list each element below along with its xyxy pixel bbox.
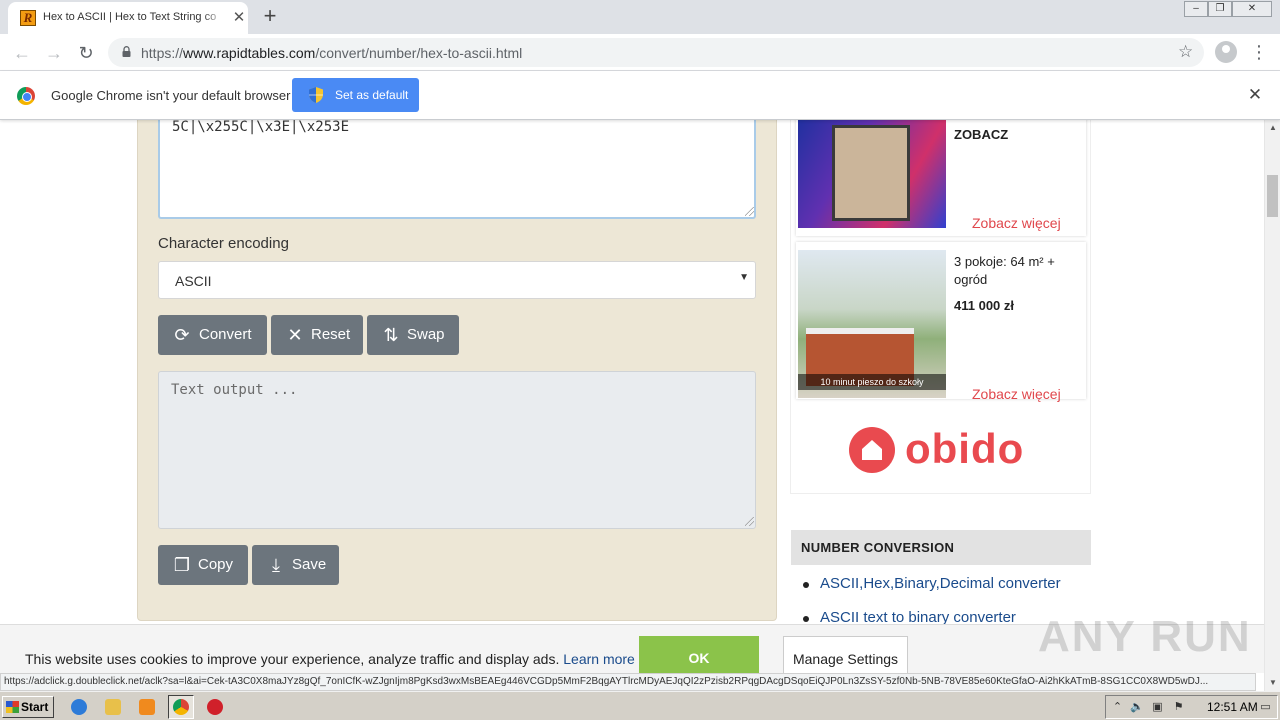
link-status-bubble: https://adclick.g.doubleclick.net/aclk?s… [0, 673, 1256, 691]
show-desktop-icon[interactable]: ▭ [1259, 701, 1272, 714]
ad-card[interactable]: ZOBACZ Zobacz więcej [796, 120, 1086, 236]
learn-more-link[interactable]: Learn more [563, 651, 635, 667]
cookie-message: This website uses cookies to improve you… [25, 651, 635, 667]
ad-more-link[interactable]: Zobacz więcej [972, 386, 1061, 402]
obido-wordmark: obido [905, 425, 1025, 472]
url-scheme: https:// [141, 45, 184, 61]
set-as-default-label: Set as default [335, 88, 409, 102]
encoding-select[interactable]: ASCII ▼ [158, 261, 756, 299]
copy-button[interactable]: ❐ Copy [158, 545, 248, 585]
system-tray: ⌃ 🔈 ▣ ⚑ 12:51 AM ▭ [1105, 695, 1278, 719]
internet-explorer-icon[interactable] [71, 699, 87, 715]
ad-price: 411 000 zł [954, 298, 1014, 313]
tab-close-icon[interactable]: ✕ [230, 9, 248, 27]
dropdown-arrow-icon: ▼ [739, 272, 749, 283]
convert-button[interactable]: ⟳ Convert [158, 315, 267, 355]
chrome-menu-icon[interactable]: ⋮ [1250, 41, 1268, 63]
hex-input-textarea[interactable]: 5C|\x255C|\x3E|\x253E [158, 120, 756, 219]
copy-icon: ❐ [173, 555, 191, 575]
chrome-taskbar-icon[interactable] [168, 695, 194, 719]
windows-taskbar: Start ⌃ 🔈 ▣ ⚑ 12:51 AM ▭ [0, 691, 1280, 720]
refresh-icon: ⟳ [174, 325, 190, 345]
tab-title: Hex to ASCII | Hex to Text String co [43, 11, 225, 27]
cookie-ok-button[interactable]: OK [639, 636, 759, 676]
scrollbar-thumb[interactable] [1267, 175, 1278, 217]
save-button[interactable]: ⤓ Save [252, 545, 339, 585]
reload-button[interactable]: ↻ [74, 41, 98, 65]
network-icon[interactable]: ▣ [1151, 701, 1164, 714]
scroll-down-arrow-icon[interactable]: ▼ [1269, 678, 1277, 687]
page-scrollbar[interactable]: ▲ ▼ [1264, 120, 1280, 691]
page-content: 5C|\x255C|\x3E|\x253E Character encoding… [0, 120, 1264, 673]
window-close-button[interactable]: ✕ [1232, 1, 1272, 17]
tray-expand-icon[interactable]: ⌃ [1111, 701, 1124, 714]
opera-icon[interactable] [207, 699, 223, 715]
number-conversion-header: NUMBER CONVERSION [791, 530, 1091, 565]
window-maximize-button[interactable]: ❐ [1208, 1, 1232, 17]
address-bar[interactable]: https://www.rapidtables.com/convert/numb… [108, 38, 1204, 67]
sidebar-link-ascii-hex-binary-decimal[interactable]: ASCII,Hex,Binary,Decimal converter [801, 575, 1061, 609]
scroll-up-arrow-icon[interactable]: ▲ [1269, 123, 1277, 132]
encoding-label: Character encoding [158, 235, 289, 252]
reset-button[interactable]: ✕ Reset [271, 315, 363, 355]
windows-flag-icon [6, 701, 19, 713]
ad-card[interactable]: 10 minut pieszo do szkoły 3 pokoje: 64 m… [796, 242, 1086, 402]
profile-avatar-icon[interactable] [1215, 41, 1237, 63]
forward-button[interactable]: → [42, 41, 66, 65]
tab-strip: R Hex to ASCII | Hex to Text String co ✕… [0, 0, 1280, 34]
start-label: Start [21, 700, 49, 714]
manage-settings-button[interactable]: Manage Settings [783, 636, 908, 676]
chrome-logo-icon [17, 87, 35, 105]
ad-image-caption: 10 minut pieszo do szkoły [798, 374, 946, 390]
converter-panel: 5C|\x255C|\x3E|\x253E Character encoding… [137, 120, 777, 621]
ad-block: ZOBACZ Zobacz więcej 10 minut pieszo do … [790, 120, 1091, 494]
infobar-close-icon[interactable]: ✕ [1246, 86, 1264, 104]
volume-icon[interactable]: 🔈 [1130, 701, 1144, 714]
apartment-floorplan-image[interactable] [798, 120, 946, 228]
copy-label: Copy [198, 556, 234, 573]
url-text: https://www.rapidtables.com/convert/numb… [141, 45, 522, 61]
new-tab-button[interactable]: + [258, 4, 282, 28]
ad-title[interactable]: ZOBACZ [954, 127, 1008, 142]
rapidtables-favicon-icon: R [20, 10, 36, 26]
bookmark-star-icon[interactable]: ☆ [1178, 42, 1193, 62]
download-icon: ⤓ [272, 555, 280, 575]
cookie-message-text: This website uses cookies to improve you… [25, 651, 560, 667]
lock-icon [122, 46, 131, 57]
section-title: NUMBER CONVERSION [801, 540, 955, 555]
input-resize-grip[interactable] [745, 207, 754, 216]
folder-icon[interactable] [105, 699, 121, 715]
url-path: /convert/number/hex-to-ascii.html [315, 45, 523, 61]
anyrun-watermark: ANY RUN [1038, 612, 1252, 661]
infobar-message: Google Chrome isn't your default browser [51, 88, 291, 103]
action-center-flag-icon[interactable]: ⚑ [1172, 701, 1185, 714]
output-resize-grip[interactable] [745, 517, 754, 526]
text-output-textarea[interactable]: Text output ... [158, 371, 756, 529]
swap-label: Swap [407, 326, 445, 343]
reset-label: Reset [311, 326, 351, 343]
close-icon: ✕ [287, 325, 303, 345]
default-browser-infobar: Google Chrome isn't your default browser… [0, 71, 1280, 120]
url-host: www.rapidtables.com [183, 45, 316, 61]
convert-label: Convert [199, 326, 252, 343]
encoding-selected-value: ASCII [175, 273, 212, 289]
browser-toolbar: ← → ↻ https://www.rapidtables.com/conver… [0, 34, 1280, 71]
ad-title[interactable]: 3 pokoje: 64 m² + ogród [954, 253, 1079, 289]
uac-shield-icon [309, 87, 323, 103]
browser-tab[interactable]: R Hex to ASCII | Hex to Text String co ✕ [8, 2, 248, 34]
ad-more-link[interactable]: Zobacz więcej [972, 215, 1061, 231]
swap-button[interactable]: ⇅ Swap [367, 315, 459, 355]
obido-house-icon [849, 427, 895, 473]
media-player-icon[interactable] [139, 699, 155, 715]
clock[interactable]: 12:51 AM [1207, 700, 1258, 714]
window-minimize-button[interactable]: – [1184, 1, 1208, 17]
save-label: Save [292, 556, 327, 573]
start-button[interactable]: Start [2, 696, 54, 718]
obido-logo[interactable]: obido [849, 425, 1035, 477]
back-button[interactable]: ← [10, 41, 34, 65]
set-as-default-button[interactable]: Set as default [292, 78, 419, 112]
swap-arrows-icon: ⇅ [383, 325, 399, 345]
